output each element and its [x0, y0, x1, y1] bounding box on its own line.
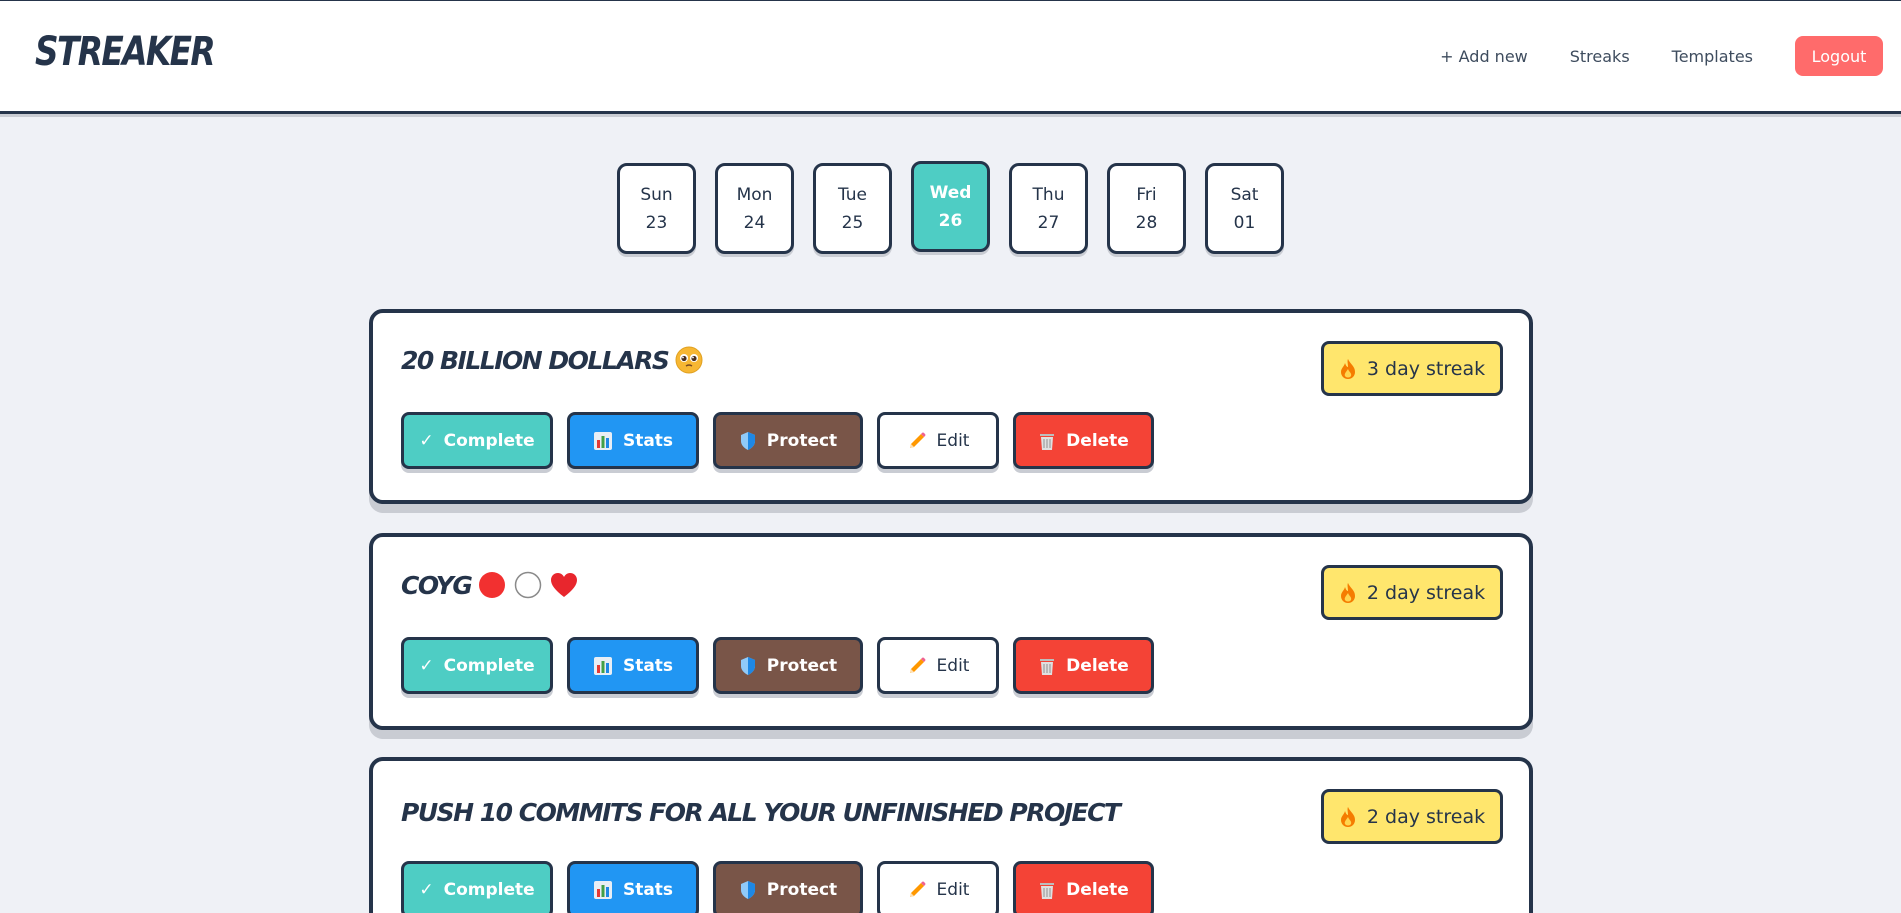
edit-label: Edit: [936, 430, 970, 451]
shield-icon: [739, 656, 757, 676]
day-date: 25: [841, 212, 864, 233]
stats-label: Stats: [622, 655, 674, 676]
day-name: Wed: [929, 182, 972, 203]
logout-button[interactable]: Logout: [1795, 36, 1883, 76]
edit-label: Edit: [936, 879, 970, 900]
bar-chart-icon: [593, 431, 613, 451]
stats-label: Stats: [622, 879, 674, 900]
protect-label: Protect: [766, 655, 838, 676]
bar-chart-icon: [593, 656, 613, 676]
complete-label: Complete: [443, 430, 535, 451]
protect-label: Protect: [766, 879, 838, 900]
day-tue[interactable]: Tue 25: [813, 163, 892, 254]
delete-button[interactable]: Delete: [1013, 412, 1154, 469]
streak-actions: ✓ Complete Stats Protect Edit Delete: [401, 412, 1168, 469]
streak-count-badge[interactable]: 3 day streak: [1321, 341, 1503, 396]
day-name: Sat: [1230, 184, 1259, 205]
day-wed-selected[interactable]: Wed 26: [911, 161, 990, 252]
day-name: Fri: [1136, 184, 1157, 205]
streak-count-label: 2 day streak: [1366, 805, 1486, 828]
delete-label: Delete: [1066, 430, 1129, 451]
streak-count-label: 2 day streak: [1366, 581, 1486, 604]
streak-actions: ✓ Complete Stats Protect Edit Delete: [401, 861, 1168, 913]
day-name: Tue: [837, 184, 868, 205]
complete-button[interactable]: ✓ Complete: [401, 637, 553, 694]
check-icon: ✓: [419, 879, 434, 900]
edit-button[interactable]: Edit: [877, 861, 999, 913]
delete-label: Delete: [1066, 655, 1129, 676]
day-date: 28: [1135, 212, 1158, 233]
check-icon: ✓: [419, 655, 434, 676]
edit-button[interactable]: Edit: [877, 637, 999, 694]
pencil-icon: [907, 880, 927, 900]
streak-card: PUSH 10 COMMITS FOR ALL YOUR UNFINISHED …: [369, 757, 1533, 913]
day-sun[interactable]: Sun 23: [617, 163, 696, 254]
fire-icon: [1339, 806, 1357, 828]
complete-label: Complete: [443, 655, 535, 676]
streak-card: COYG 2 day streak ✓ Complete Stats Prote…: [369, 533, 1533, 730]
day-date: 01: [1233, 212, 1256, 233]
day-date: 23: [645, 212, 668, 233]
streak-title: COYG: [401, 570, 473, 600]
wastebasket-icon: [1038, 656, 1056, 676]
stats-label: Stats: [622, 430, 674, 451]
streak-title-row: PUSH 10 COMMITS FOR ALL YOUR UNFINISHED …: [401, 798, 1121, 827]
main-nav: + Add new Streaks Templates Logout: [1440, 36, 1883, 76]
day-name: Sun: [640, 184, 673, 205]
app-logo[interactable]: STREAKER: [35, 29, 216, 75]
protect-button[interactable]: Protect: [713, 861, 863, 913]
wastebasket-icon: [1038, 880, 1056, 900]
day-sat[interactable]: Sat 01: [1205, 163, 1284, 254]
delete-button[interactable]: Delete: [1013, 637, 1154, 694]
streak-title: 20 BILLION DOLLARS: [401, 345, 670, 375]
complete-button[interactable]: ✓ Complete: [401, 412, 553, 469]
day-mon[interactable]: Mon 24: [715, 163, 794, 254]
top-header: STREAKER + Add new Streaks Templates Log…: [0, 0, 1901, 111]
streak-count-label: 3 day streak: [1366, 357, 1486, 380]
day-thu[interactable]: Thu 27: [1009, 163, 1088, 254]
day-date: 27: [1037, 212, 1060, 233]
complete-button[interactable]: ✓ Complete: [401, 861, 553, 913]
stats-button[interactable]: Stats: [567, 412, 699, 469]
protect-button[interactable]: Protect: [713, 637, 863, 694]
protect-button[interactable]: Protect: [713, 412, 863, 469]
streak-count-badge[interactable]: 2 day streak: [1321, 565, 1503, 620]
protect-label: Protect: [766, 430, 838, 451]
streak-actions: ✓ Complete Stats Protect Edit Delete: [401, 637, 1168, 694]
pencil-icon: [907, 656, 927, 676]
shield-icon: [739, 880, 757, 900]
shield-icon: [739, 431, 757, 451]
wastebasket-icon: [1038, 431, 1056, 451]
day-date: 26: [938, 210, 963, 231]
pleading-face-icon: [674, 345, 704, 375]
day-name: Thu: [1032, 184, 1065, 205]
edit-button[interactable]: Edit: [877, 412, 999, 469]
red-heart-icon: [549, 570, 579, 600]
fire-icon: [1339, 582, 1357, 604]
day-date: 24: [743, 212, 766, 233]
fire-icon: [1339, 358, 1357, 380]
streaks-link[interactable]: Streaks: [1570, 47, 1630, 66]
bar-chart-icon: [593, 880, 613, 900]
day-fri[interactable]: Fri 28: [1107, 163, 1186, 254]
pencil-icon: [907, 431, 927, 451]
templates-link[interactable]: Templates: [1672, 47, 1753, 66]
check-icon: ✓: [419, 430, 434, 451]
complete-label: Complete: [443, 879, 535, 900]
day-selector: Sun 23 Mon 24 Tue 25 Wed 26 Thu 27 Fri 2…: [617, 161, 1303, 254]
edit-label: Edit: [936, 655, 970, 676]
stats-button[interactable]: Stats: [567, 861, 699, 913]
streak-title: PUSH 10 COMMITS FOR ALL YOUR UNFINISHED …: [401, 798, 1121, 827]
add-new-link[interactable]: + Add new: [1440, 47, 1528, 66]
stats-button[interactable]: Stats: [567, 637, 699, 694]
streak-title-row: COYG: [401, 570, 579, 600]
streak-card: 20 BILLION DOLLARS 3 day streak ✓ Comple…: [369, 309, 1533, 504]
delete-button[interactable]: Delete: [1013, 861, 1154, 913]
white-circle-icon: [513, 570, 543, 600]
streak-title-row: 20 BILLION DOLLARS: [401, 345, 704, 375]
day-name: Mon: [736, 184, 773, 205]
delete-label: Delete: [1066, 879, 1129, 900]
red-circle-icon: [477, 570, 507, 600]
streak-count-badge[interactable]: 2 day streak: [1321, 789, 1503, 844]
